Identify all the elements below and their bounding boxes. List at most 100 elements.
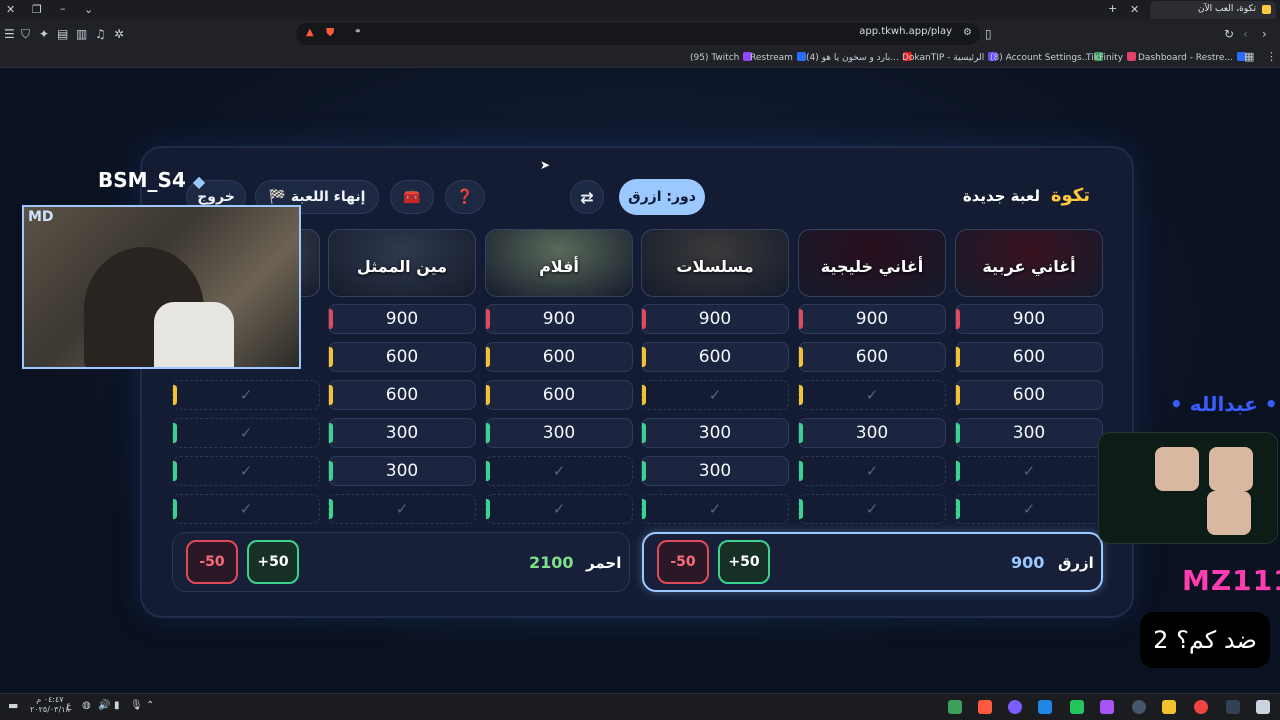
new-tab-icon[interactable]: + — [1108, 2, 1117, 15]
clock[interactable]: ٠٤:٤٧ م ٢٠٢٥/٠٣/١٨ — [30, 695, 70, 715]
file-explorer-icon[interactable] — [1162, 700, 1176, 714]
question-cell[interactable]: 300 — [641, 456, 789, 486]
address-bar[interactable]: ▲ ⛊ ⚭ app.tkwh.app/play ⚙ — [296, 23, 980, 45]
sidebar-icon[interactable]: ▥ — [76, 25, 87, 43]
tray-overflow-icon[interactable]: ⌃ — [146, 700, 154, 711]
show-desktop-icon[interactable]: ▬ — [8, 699, 18, 712]
browser-toolbar: ☰ ⛉ ✦ ▤ ▥ ♫ ✲ ▲ ⛊ ⚭ app.tkwh.app/play ⚙ … — [0, 20, 1280, 48]
difficulty-marker — [956, 423, 960, 443]
question-cell[interactable]: 300 — [798, 418, 946, 448]
forward-icon[interactable]: ‹ — [1243, 25, 1248, 43]
cell-points: 300 — [542, 423, 576, 443]
bookmark-3[interactable]: DokanTIP - الرئيسية — [902, 51, 998, 65]
wallet-icon[interactable]: ▤ — [57, 25, 68, 43]
question-cell[interactable]: 600 — [798, 342, 946, 372]
team-red-minus-button[interactable]: -50 — [186, 540, 238, 584]
question-cell[interactable]: 600 — [485, 380, 633, 410]
question-cell-answered: ✓ — [641, 380, 789, 410]
music-icon[interactable]: ♫ — [95, 25, 106, 43]
tools-button[interactable]: 🧰 — [390, 180, 434, 214]
opera-icon[interactable] — [1194, 700, 1208, 714]
difficulty-marker — [799, 423, 803, 443]
bookmark-5[interactable]: TikFinity — [1086, 51, 1137, 65]
more-bookmarks-icon[interactable]: ⋮ — [1266, 50, 1277, 64]
language-icon[interactable]: ع — [66, 701, 71, 711]
question-cell[interactable]: 600 — [328, 380, 476, 410]
shield-icon[interactable]: ⛉ — [21, 25, 30, 43]
restore-window-icon[interactable]: ❐ — [32, 3, 42, 16]
question-cell[interactable]: 600 — [485, 342, 633, 372]
question-cell[interactable]: 900 — [798, 304, 946, 334]
bookmark-0[interactable]: (95) Twitch — [690, 51, 753, 65]
question-cell[interactable]: 600 — [328, 342, 476, 372]
apps-grid-icon[interactable]: ▦ — [1244, 50, 1254, 64]
bookmark-icon[interactable]: ▯ — [985, 25, 992, 43]
volume-icon[interactable]: 🔊 — [98, 700, 110, 711]
difficulty-marker — [329, 309, 333, 329]
menu-icon[interactable]: ☰ — [4, 25, 15, 43]
cell-points: 300 — [698, 461, 732, 481]
restream-icon — [796, 52, 806, 61]
start-icon[interactable] — [1256, 700, 1270, 714]
question-cell-answered: ✓ — [328, 494, 476, 524]
messenger-icon[interactable] — [1008, 700, 1022, 714]
question-cell-answered: ✓ — [172, 494, 320, 524]
microphone-icon[interactable]: 🎙 — [130, 700, 143, 711]
extensions-icon[interactable]: ✲ — [114, 25, 124, 43]
question-cell-answered: ✓ — [485, 456, 633, 486]
question-cell[interactable]: 900 — [955, 304, 1103, 334]
question-cell[interactable]: 900 — [485, 304, 633, 334]
reload-icon[interactable]: ↻ — [1224, 25, 1234, 43]
new-game-button[interactable]: لعبة جديدة — [963, 187, 1040, 205]
help-button[interactable]: ❓ — [445, 180, 485, 214]
site-settings-icon[interactable]: ⚙ — [963, 27, 972, 38]
team-blue-minus-button[interactable]: -50 — [657, 540, 709, 584]
check-icon: ✓ — [1022, 462, 1036, 480]
tab-list-chevron-icon[interactable]: ⌄ — [84, 3, 93, 16]
question-cell[interactable]: 300 — [955, 418, 1103, 448]
question-cell[interactable]: 300 — [328, 418, 476, 448]
question-cell[interactable]: 300 — [328, 456, 476, 486]
brave-icon[interactable] — [978, 700, 992, 714]
cell-points: 600 — [698, 347, 732, 367]
back-icon[interactable]: › — [1262, 25, 1267, 43]
task-view-icon[interactable] — [1226, 700, 1240, 714]
check-icon: ✓ — [552, 462, 566, 480]
active-tab[interactable]: تكوة، العب الآن — [1150, 1, 1276, 19]
tracking-icon[interactable]: ⚭ — [354, 27, 362, 37]
battery-icon[interactable]: ▮ — [114, 700, 120, 711]
network-icon[interactable]: ◍ — [82, 700, 91, 711]
question-cell[interactable]: 600 — [955, 380, 1103, 410]
brave-shield-icon[interactable]: ⛊ — [326, 26, 334, 40]
bookmark-1[interactable]: Restream — [750, 51, 806, 65]
question-cell[interactable]: 900 — [328, 304, 476, 334]
app-icon[interactable] — [948, 700, 962, 714]
question-cell-answered: ✓ — [955, 456, 1103, 486]
difficulty-marker — [486, 499, 490, 519]
question-cell[interactable]: 300 — [641, 418, 789, 448]
copilot-icon[interactable] — [1100, 700, 1114, 714]
close-tab-icon[interactable]: ✕ — [1130, 3, 1139, 16]
team-red-plus-button[interactable]: +50 — [247, 540, 299, 584]
url-text[interactable]: app.tkwh.app/play — [859, 26, 952, 37]
swap-turn-button[interactable]: ⇄ — [570, 180, 604, 214]
team-blue-plus-button[interactable]: +50 — [718, 540, 770, 584]
pin-icon[interactable]: ✦ — [39, 25, 49, 43]
bookmark-2[interactable]: (4) بارد و سخون يا هو... — [806, 51, 912, 65]
check-icon: ✓ — [239, 462, 253, 480]
spotify-icon[interactable] — [1070, 700, 1084, 714]
question-cell-answered: ✓ — [172, 380, 320, 410]
steam-icon[interactable] — [1038, 700, 1052, 714]
minimize-window-icon[interactable]: – — [60, 2, 66, 15]
question-cell[interactable]: 900 — [641, 304, 789, 334]
cell-points: 900 — [698, 309, 732, 329]
question-cell[interactable]: 600 — [641, 342, 789, 372]
team-red-score: 2100 — [529, 553, 574, 572]
question-cell[interactable]: 300 — [485, 418, 633, 448]
difficulty-marker — [329, 423, 333, 443]
bookmark-6[interactable]: Dashboard - Restre... — [1138, 51, 1247, 65]
brave-rewards-icon[interactable]: ▲ — [306, 27, 314, 38]
question-cell[interactable]: 600 — [955, 342, 1103, 372]
obs-icon[interactable] — [1132, 700, 1146, 714]
close-window-icon[interactable]: ✕ — [6, 3, 15, 16]
